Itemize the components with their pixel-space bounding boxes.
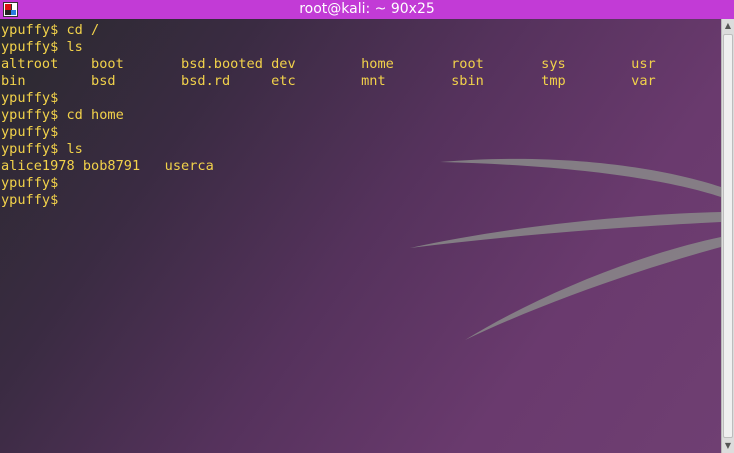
scrollbar-thumb[interactable] (723, 34, 733, 438)
window-titlebar[interactable]: root@kali: ~ 90x25 (0, 0, 734, 19)
terminal-line: altroot boot bsd.booted dev home root sy… (1, 56, 656, 72)
terminal-line: ypuffy$ cd / (1, 22, 100, 38)
terminal-app-icon[interactable] (3, 2, 18, 17)
terminal-line: ypuffy$ ls (1, 39, 83, 55)
terminal-output-area[interactable]: ypuffy$ cd / ypuffy$ ls altroot boot bsd… (0, 19, 721, 453)
terminal-line: bin bsd bsd.rd etc mnt sbin tmp var (1, 73, 656, 89)
window-title: root@kali: ~ 90x25 (299, 1, 435, 17)
terminal-line: ypuffy$ (1, 175, 59, 191)
terminal-prompt-line: ypuffy$ (1, 192, 59, 208)
terminal-lines: ypuffy$ cd / ypuffy$ ls altroot boot bsd… (1, 22, 656, 209)
arrow-up-icon[interactable]: ▲ (722, 19, 734, 33)
terminal-line: ypuffy$ (1, 124, 59, 140)
arrow-down-icon[interactable]: ▼ (722, 439, 734, 453)
terminal-line: ypuffy$ cd home (1, 107, 124, 123)
terminal-line: ypuffy$ (1, 90, 59, 106)
terminal-line: ypuffy$ ls (1, 141, 83, 157)
terminal-window: root@kali: ~ 90x25 ypuffy$ cd / ypuffy$ … (0, 0, 734, 453)
vertical-scrollbar[interactable]: ▲ ▼ (721, 19, 734, 453)
terminal-line: alice1978 bob8791 userca (1, 158, 214, 174)
